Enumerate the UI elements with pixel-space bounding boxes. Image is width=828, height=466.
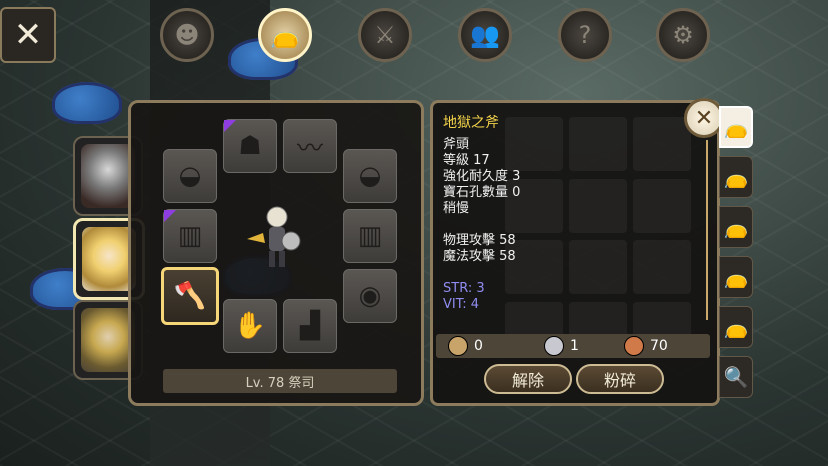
bag-icon: 👝 — [723, 315, 749, 339]
unequip-button[interactable]: 解除 — [484, 364, 572, 394]
silver-coin-icon — [544, 336, 564, 356]
hat-icon: ◒ — [358, 161, 382, 191]
bag-icon: 👝 — [723, 165, 749, 189]
equip-slot-boots[interactable]: ▟ — [283, 299, 337, 353]
armor-icon: ▥ — [357, 221, 383, 251]
item-str: STR: 3 — [443, 281, 485, 296]
bag-icon: 👝 — [723, 115, 749, 139]
scroll-question-icon: ? — [578, 21, 592, 49]
currency-bar: 0 1 70 — [436, 334, 710, 358]
character-portrait — [81, 144, 135, 208]
equip-slot-hat-left[interactable]: ◒ — [163, 149, 217, 203]
equipment-panel: ☗ 〰 ◒ ◒ ▥ ▥ 🪓 ◉ ✋ ▟ Lv. 78 祭司 — [128, 100, 424, 406]
equip-slot-cape[interactable]: 〰 — [283, 119, 337, 173]
equip-slot-hat-right[interactable]: ◒ — [343, 149, 397, 203]
head-silhouette-icon: ☻ — [174, 21, 200, 49]
item-phys-atk: 物理攻擊 58 — [443, 233, 516, 248]
rarity-corner — [224, 120, 236, 132]
item-gem-slots: 寶石孔數量 0 — [443, 185, 521, 200]
sword-icon: ⚔ — [374, 21, 396, 49]
equip-slot-shield[interactable]: ◉ — [343, 269, 397, 323]
item-name: 地獄之斧 — [443, 115, 499, 131]
people-icon: 👥 — [470, 21, 500, 49]
item-durability: 強化耐久度 3 — [443, 169, 521, 184]
cape-icon: 〰 — [296, 133, 323, 164]
equip-slot-head[interactable]: ☗ — [223, 119, 277, 173]
scrollbar[interactable] — [706, 140, 708, 320]
turtle-monster — [52, 82, 122, 124]
character-avatar-sprite — [247, 206, 301, 267]
rarity-corner — [164, 210, 176, 222]
item-vit: VIT: 4 — [443, 297, 480, 312]
item-speed: 稍慢 — [443, 201, 470, 216]
equip-slot-gloves[interactable]: ✋ — [223, 299, 277, 353]
tab-quest[interactable]: ? — [558, 8, 612, 62]
close-icon: ✕ — [694, 105, 714, 131]
tab-party[interactable]: 👥 — [458, 8, 512, 62]
copper-amount: 70 — [650, 338, 668, 354]
gold-amount: 0 — [474, 338, 483, 354]
side-tab-bag-4[interactable]: 👝 — [719, 256, 753, 298]
equip-slot-armor-right[interactable]: ▥ — [343, 209, 397, 263]
character-level-label: Lv. 78 祭司 — [163, 369, 397, 393]
character-portrait — [81, 308, 135, 372]
bag-icon: 👝 — [723, 215, 749, 239]
tab-settings[interactable]: ⚙ — [656, 8, 710, 62]
shatter-button[interactable]: 粉碎 — [576, 364, 664, 394]
shield-icon: ◉ — [358, 281, 382, 311]
item-level: 等級 17 — [443, 153, 490, 168]
close-icon: ✕ — [13, 15, 43, 55]
copper-coin-icon — [624, 336, 644, 356]
item-type: 斧頭 — [443, 137, 470, 152]
armor-icon: ▥ — [177, 221, 203, 251]
item-mag-atk: 魔法攻擊 58 — [443, 249, 516, 264]
close-item-info-button[interactable]: ✕ — [684, 98, 724, 138]
hat-icon: ◒ — [178, 161, 202, 191]
axe-icon: 🪓 — [173, 281, 207, 311]
silver-amount: 1 — [570, 338, 579, 354]
tab-skills[interactable]: ⚔ — [358, 8, 412, 62]
equip-slot-armor[interactable]: ▥ — [163, 209, 217, 263]
bag-search-icon: 🔍 — [723, 365, 749, 389]
gear-icon: ⚙ — [672, 21, 694, 49]
bag-icon: 👝 — [270, 21, 300, 49]
side-tab-bag-2[interactable]: 👝 — [719, 156, 753, 198]
boot-icon: ▟ — [300, 311, 320, 341]
item-info-panel: 地獄之斧 斧頭 等級 17 強化耐久度 3 寶石孔數量 0 稍慢 物理攻擊 58… — [430, 100, 720, 406]
gold-coin-icon — [448, 336, 468, 356]
bag-icon: 👝 — [723, 265, 749, 289]
side-tab-bag-search[interactable]: 🔍 — [719, 356, 753, 398]
background-inventory-grid — [505, 117, 695, 357]
bandage-head-icon: ☗ — [238, 131, 262, 161]
equip-slot-weapon[interactable]: 🪓 — [161, 267, 219, 325]
side-tab-bag-1[interactable]: 👝 — [719, 106, 753, 148]
tab-profile[interactable]: ☻ — [160, 8, 214, 62]
tab-inventory[interactable]: 👝 — [258, 8, 312, 62]
side-tab-bag-3[interactable]: 👝 — [719, 206, 753, 248]
close-button[interactable]: ✕ — [0, 7, 56, 63]
glove-icon: ✋ — [233, 311, 267, 341]
item-details: 地獄之斧 斧頭 等級 17 強化耐久度 3 寶石孔數量 0 稍慢 物理攻擊 58… — [443, 115, 520, 313]
side-tab-bag-5[interactable]: 👝 — [719, 306, 753, 348]
